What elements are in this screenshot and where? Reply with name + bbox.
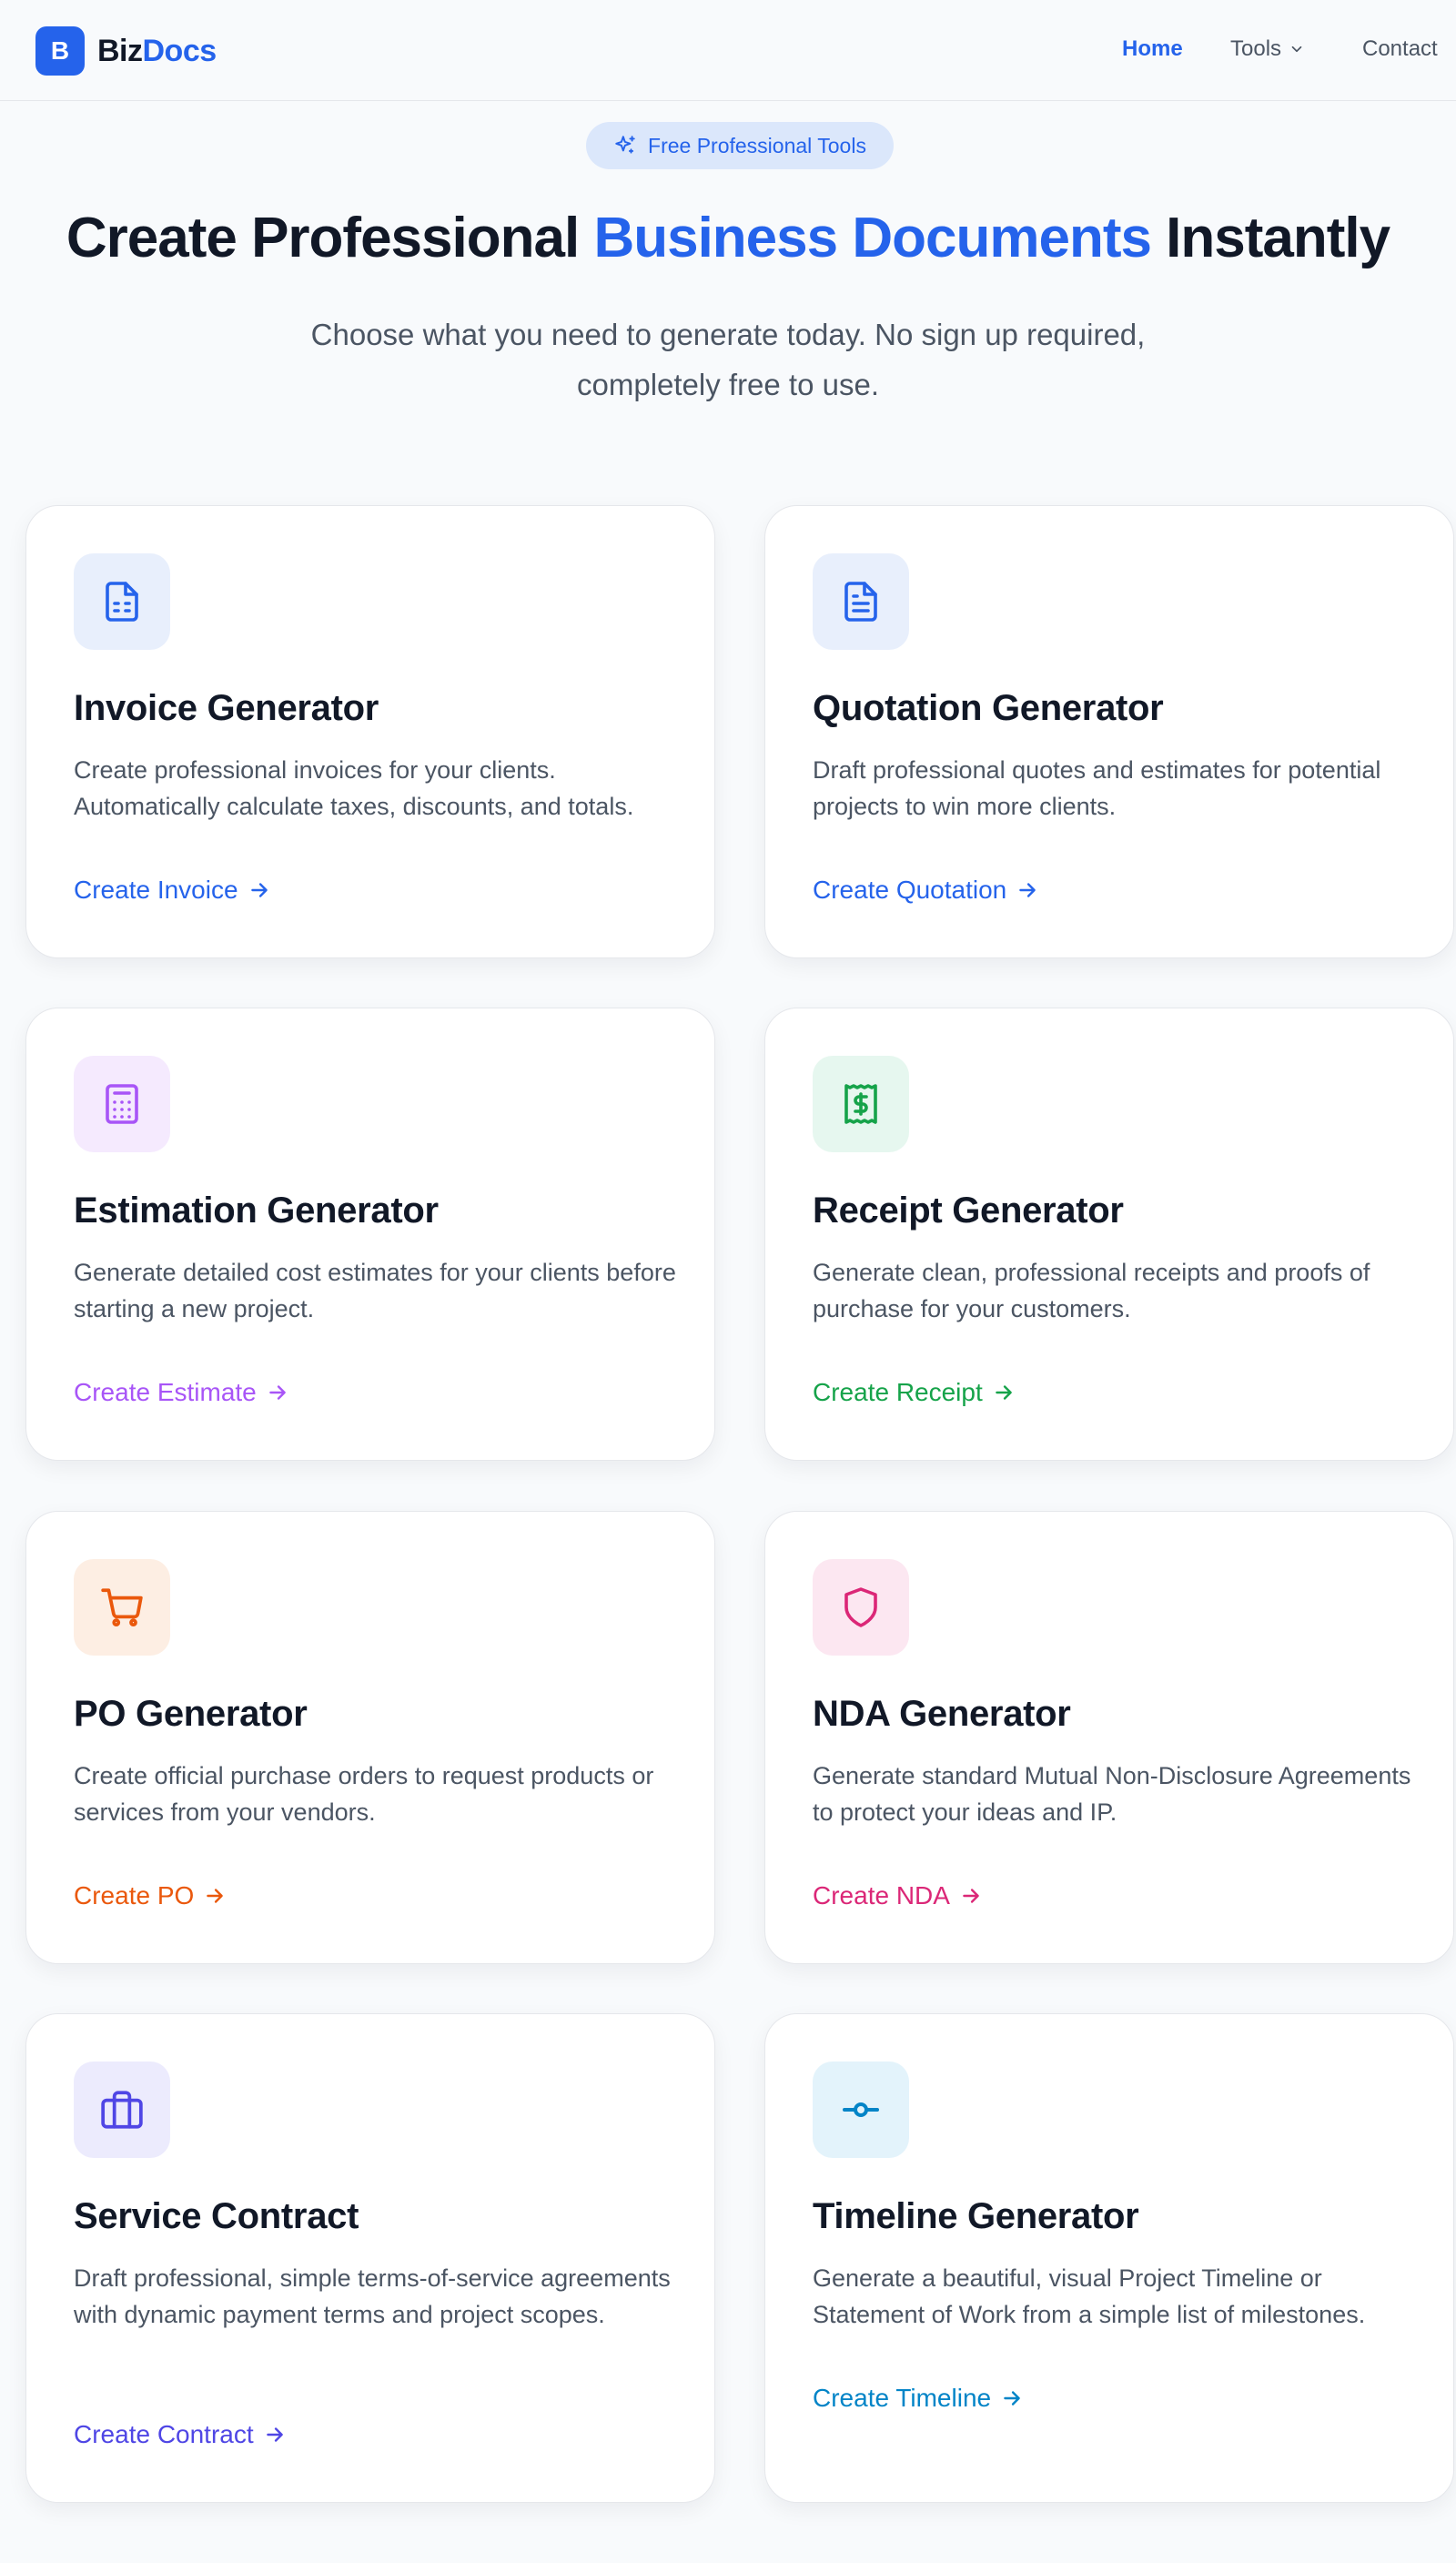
arrow-right-icon [963, 1889, 979, 1903]
arrow-right-icon [266, 2427, 283, 2442]
card-description: Draft professional quotes and estimates … [813, 756, 1381, 820]
page-title-part-1: Create Professional [66, 207, 594, 269]
card-title: NDA Generator [813, 1694, 1071, 1734]
create-estimate-link[interactable]: Create Estimate [74, 1378, 289, 1407]
page-title-accent: Business Documents [593, 207, 1152, 269]
arrow-right-icon [250, 883, 268, 897]
site-header: B BizDocs Home Tools Contact [0, 0, 1456, 101]
card-invoice-generator[interactable]: Invoice Generator Create professional in… [25, 505, 715, 958]
card-icon-box [813, 553, 909, 650]
card-timeline-generator[interactable]: Timeline Generator Generate a beautiful,… [764, 2013, 1454, 2503]
hero-subtitle: Choose what you need to generate today. … [310, 318, 1146, 401]
card-icon-box [74, 1559, 170, 1656]
arrow-right-icon [268, 1385, 286, 1400]
create-quotation-link[interactable]: Create Quotation [813, 876, 1039, 905]
arrow-right-icon [995, 1385, 1012, 1400]
card-description: Generate a beautiful, visual Project Tim… [813, 2264, 1366, 2328]
arrow-right-icon [1019, 883, 1036, 897]
nav-contact[interactable]: Contact [1362, 36, 1438, 62]
card-nda-generator[interactable]: NDA Generator Generate standard Mutual N… [764, 1511, 1454, 1964]
card-link-label: Create Contract [74, 2420, 254, 2448]
card-icon-box [813, 1559, 909, 1656]
nav-tools[interactable]: Tools [1230, 36, 1305, 62]
main-nav: Home Tools Contact [0, 36, 1456, 73]
nav-tools-label: Tools [1230, 36, 1282, 61]
create-po-link[interactable]: Create PO [74, 1881, 227, 1910]
card-title: Invoice Generator [74, 688, 379, 728]
card-title: Timeline Generator [813, 2196, 1139, 2236]
timeline-icon [843, 2102, 879, 2117]
card-title: Estimation Generator [74, 1190, 439, 1231]
card-service-contract[interactable]: Service Contract Draft professional, sim… [25, 2013, 715, 2503]
card-description: Generate clean, professional receipts an… [813, 1259, 1370, 1322]
card-description: Generate detailed cost estimates for you… [74, 1259, 676, 1322]
card-description: Generate standard Mutual Non-Disclosure … [813, 1762, 1411, 1826]
card-link-label: Create NDA [813, 1881, 950, 1910]
card-title: PO Generator [74, 1694, 308, 1734]
calculator-icon [106, 1084, 138, 1124]
card-po-generator[interactable]: PO Generator Create official purchase or… [25, 1511, 715, 1964]
create-contract-link[interactable]: Create Contract [74, 2420, 287, 2449]
card-link-label: Create Receipt [813, 1378, 983, 1406]
nav-home[interactable]: Home [1122, 36, 1183, 62]
cart-icon [101, 1588, 143, 1627]
create-invoice-link[interactable]: Create Invoice [74, 876, 271, 905]
card-link-label: Create Invoice [74, 876, 238, 904]
receipt-icon [844, 1084, 877, 1124]
shield-icon [844, 1587, 877, 1627]
card-icon-box [74, 2062, 170, 2158]
card-estimation-generator[interactable]: Estimation Generator Generate detailed c… [25, 1008, 715, 1461]
card-title: Quotation Generator [813, 688, 1164, 728]
card-link-label: Create PO [74, 1881, 195, 1910]
card-quotation-generator[interactable]: Quotation Generator Draft professional q… [764, 505, 1454, 958]
hero-badge: Free Professional Tools [586, 122, 894, 169]
page-title-part-2: Instantly [1150, 207, 1390, 269]
card-icon-box [813, 2062, 909, 2158]
card-icon-box [813, 1056, 909, 1152]
invoice-icon [106, 582, 138, 622]
card-description: Create official purchase orders to reque… [74, 1762, 654, 1826]
chevron-down-icon [1291, 46, 1302, 53]
document-icon [844, 582, 877, 622]
card-link-label: Create Estimate [74, 1378, 257, 1406]
create-receipt-link[interactable]: Create Receipt [813, 1378, 1016, 1407]
card-description: Create professional invoices for your cl… [74, 756, 634, 820]
arrow-right-icon [207, 1889, 224, 1903]
card-link-label: Create Timeline [813, 2384, 992, 2412]
card-title: Service Contract [74, 2196, 359, 2236]
create-nda-link[interactable]: Create NDA [813, 1881, 983, 1910]
hero-badge-label: Free Professional Tools [648, 133, 866, 157]
briefcase-icon [101, 2091, 143, 2129]
card-receipt-generator[interactable]: Receipt Generator Generate clean, profes… [764, 1008, 1454, 1461]
arrow-right-icon [1004, 2391, 1020, 2406]
card-description: Draft professional, simple terms-of-serv… [74, 2264, 671, 2328]
card-title: Receipt Generator [813, 1190, 1124, 1231]
page-title: Create Professional Business Documents I… [0, 202, 1456, 275]
create-timeline-link[interactable]: Create Timeline [813, 2384, 1024, 2413]
card-icon-box [74, 1056, 170, 1152]
card-link-label: Create Quotation [813, 876, 1007, 904]
card-icon-box [74, 553, 170, 650]
sparkles-icon [615, 136, 635, 154]
